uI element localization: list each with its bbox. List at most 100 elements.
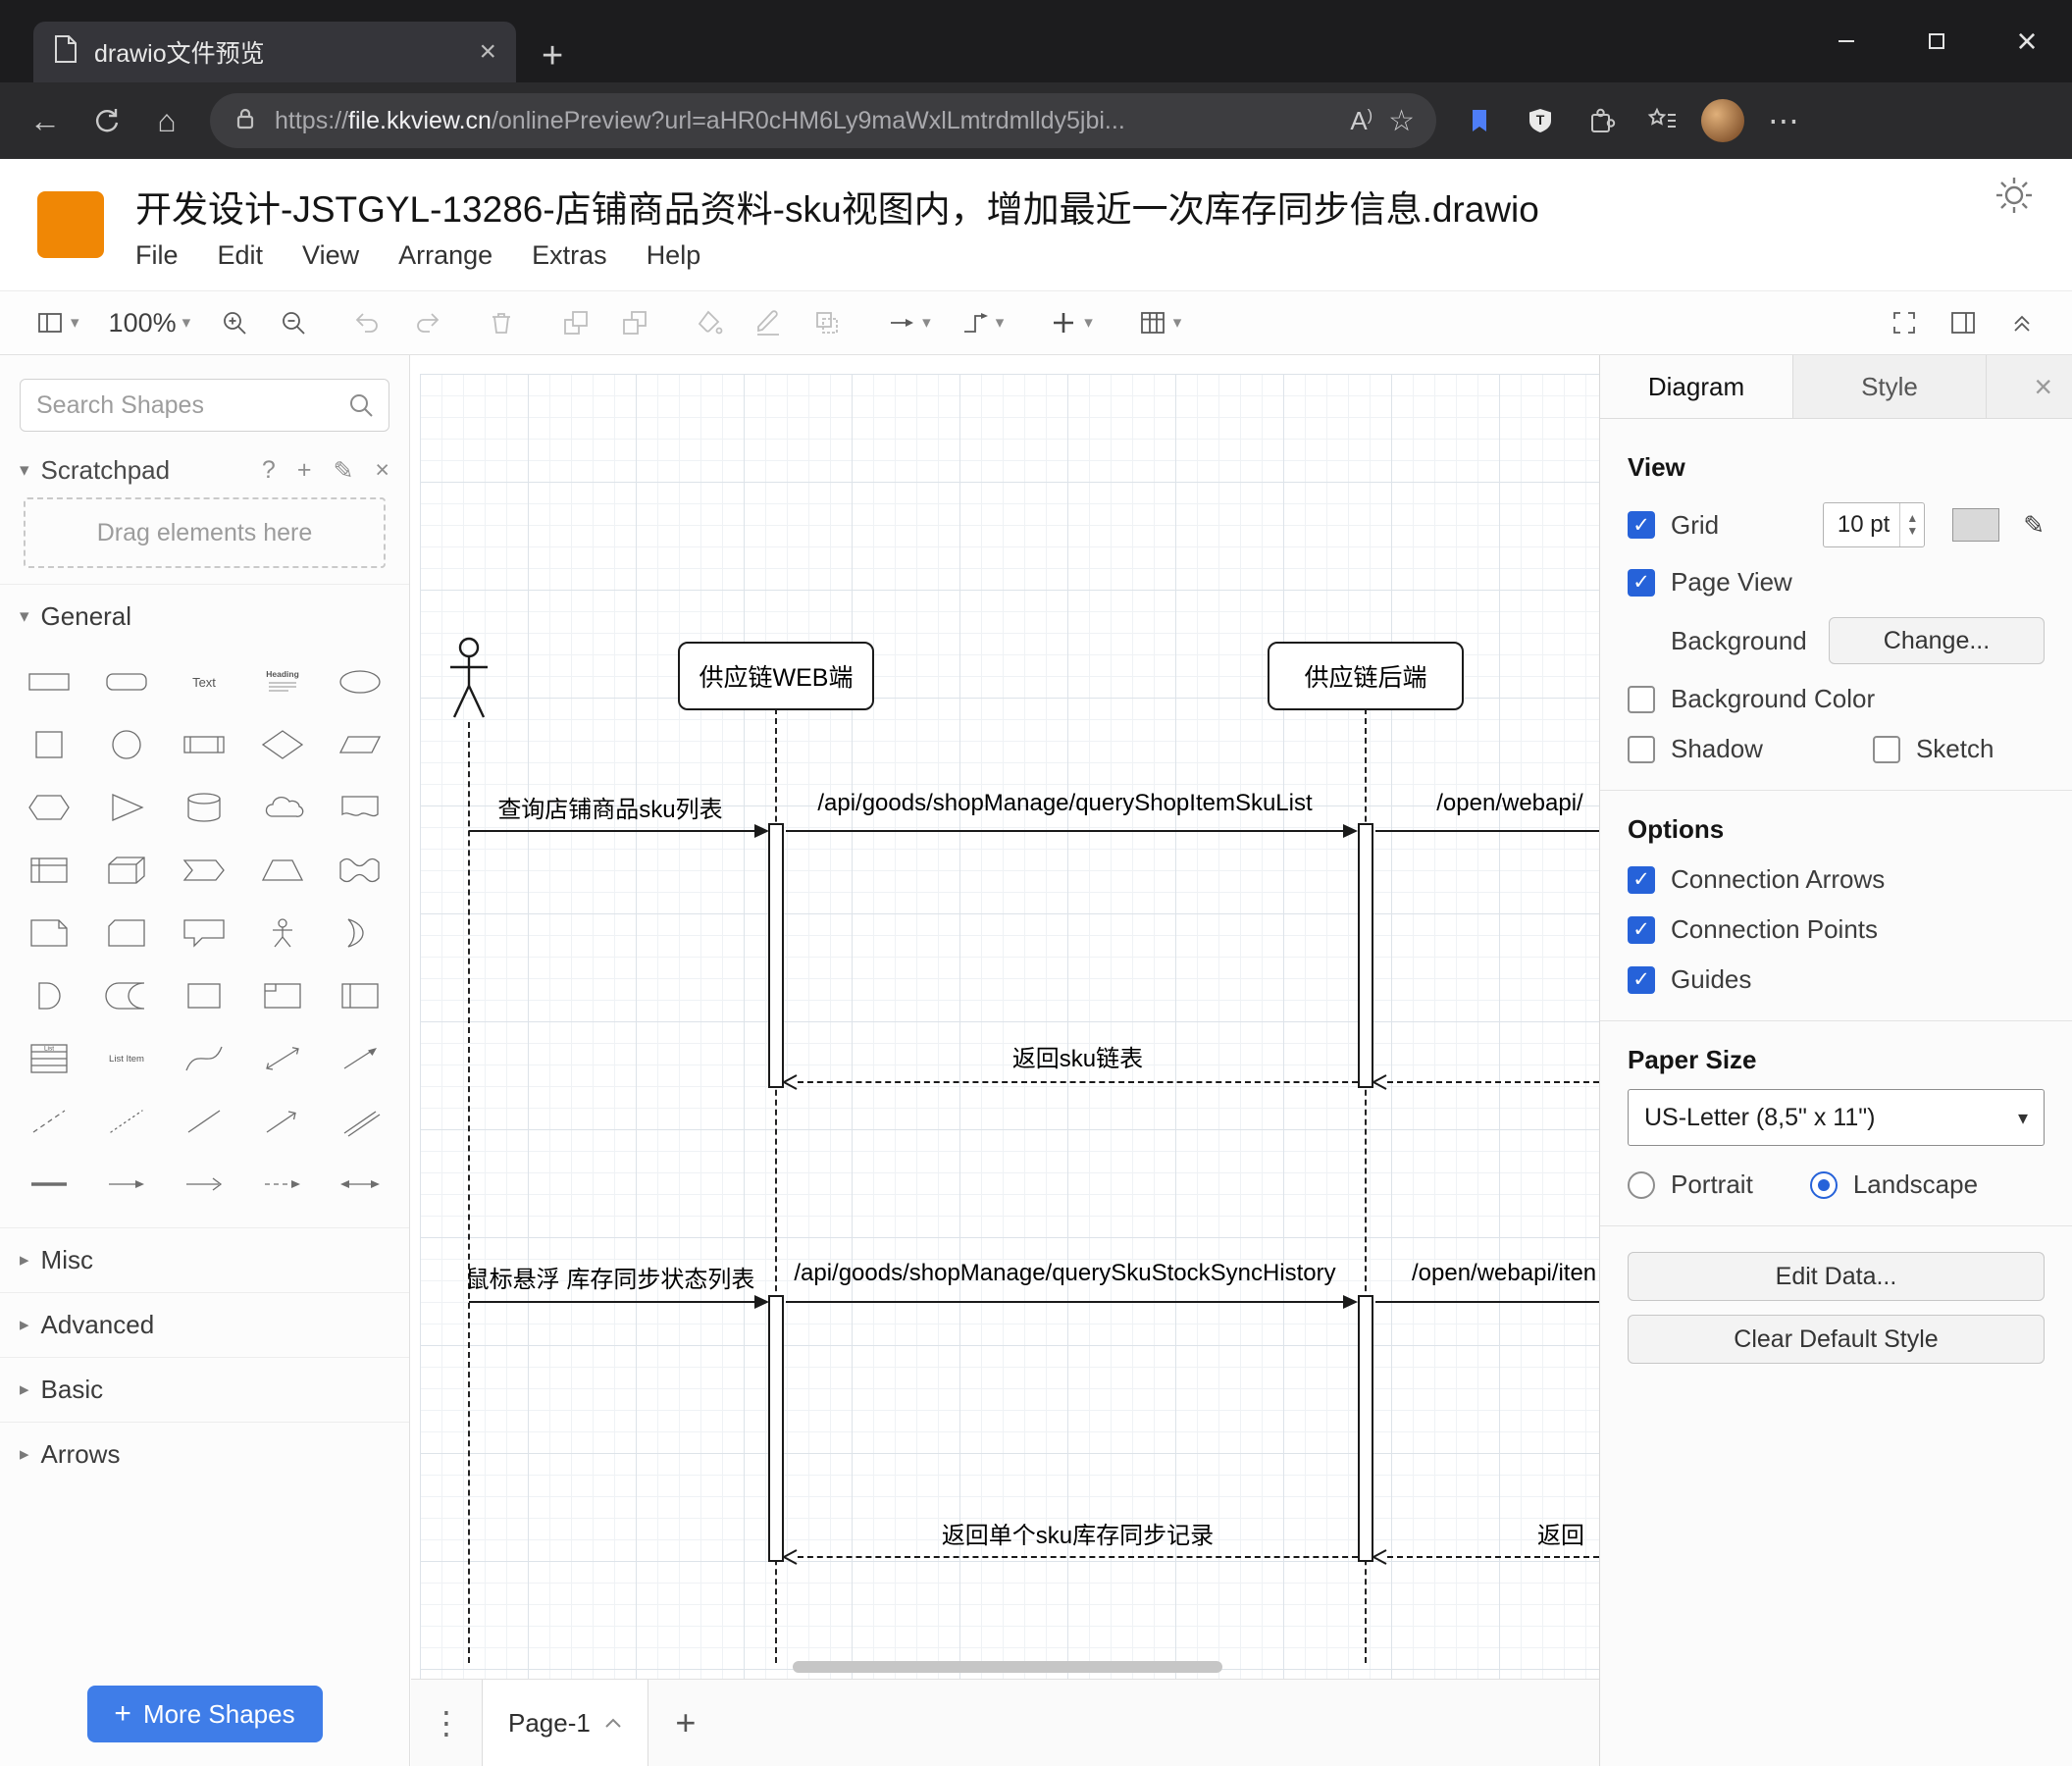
- shape-tape[interactable]: [322, 839, 399, 902]
- activation-bar[interactable]: [1358, 823, 1373, 1088]
- refresh-icon[interactable]: [80, 95, 131, 146]
- menu-arrange[interactable]: Arrange: [398, 240, 492, 271]
- shape-text[interactable]: Text: [166, 650, 243, 713]
- theme-toggle-icon[interactable]: [1994, 175, 2035, 221]
- page-view-button[interactable]: ▾: [26, 308, 89, 338]
- message-arrow[interactable]: [1375, 1301, 1599, 1303]
- shape-process[interactable]: [166, 713, 243, 776]
- paper-size-select[interactable]: US-Letter (8,5" x 11") ▾: [1628, 1089, 2045, 1146]
- minimize-button[interactable]: [1801, 0, 1891, 82]
- message-label[interactable]: /api/goods/shopManage/queryShopItemSkuLi…: [786, 790, 1344, 817]
- return-arrow[interactable]: [1387, 1081, 1599, 1083]
- activation-bar[interactable]: [1358, 1295, 1373, 1562]
- actor-figure[interactable]: [447, 637, 491, 721]
- section-misc[interactable]: ▸ Misc: [0, 1227, 409, 1292]
- browser-tab[interactable]: drawio文件预览 ×: [33, 22, 516, 82]
- stepper-arrows-icon[interactable]: ▲ ▼: [1899, 503, 1924, 546]
- favorites-bar-icon[interactable]: [1636, 95, 1687, 146]
- shadow-checkbox[interactable]: [1628, 735, 1655, 763]
- message-arrow[interactable]: [786, 830, 1343, 832]
- message-arrow[interactable]: [469, 830, 755, 832]
- clear-default-style-button[interactable]: Clear Default Style: [1628, 1315, 2045, 1364]
- redo-button[interactable]: [402, 308, 451, 338]
- insert-button[interactable]: ▾: [1039, 308, 1103, 338]
- connection-arrows-checkbox[interactable]: ✓: [1628, 865, 1655, 894]
- return-label[interactable]: 返回: [1537, 1516, 1599, 1550]
- url-bar[interactable]: https://file.kkview.cn/onlinePreview?url…: [210, 93, 1436, 148]
- shape-arrow[interactable]: [322, 1027, 399, 1090]
- home-icon[interactable]: ⌂: [141, 95, 192, 146]
- close-panel-icon[interactable]: ×: [2014, 355, 2072, 418]
- shape-rectangle[interactable]: [10, 650, 87, 713]
- shape-bidirectional-arrow[interactable]: [243, 1027, 321, 1090]
- shape-directional-arrow[interactable]: [243, 1090, 321, 1153]
- lifeline-box-web[interactable]: 供应链WEB端: [678, 642, 874, 710]
- more-menu-icon[interactable]: ⋯: [1758, 95, 1809, 146]
- collections-icon[interactable]: [1454, 95, 1505, 146]
- return-label[interactable]: 返回单个sku库存同步记录: [798, 1516, 1358, 1550]
- menu-extras[interactable]: Extras: [532, 240, 607, 271]
- grid-checkbox[interactable]: ✓: [1628, 511, 1655, 539]
- lifeline-actor[interactable]: [468, 722, 470, 1663]
- scratchpad-close-icon[interactable]: ×: [375, 456, 389, 486]
- page-view-checkbox[interactable]: ✓: [1628, 568, 1655, 597]
- shape-or[interactable]: [322, 902, 399, 964]
- scratchpad-add-icon[interactable]: +: [297, 456, 312, 486]
- extensions-puzzle-icon[interactable]: [1576, 95, 1627, 146]
- activation-bar[interactable]: [768, 1295, 784, 1562]
- shape-step[interactable]: [166, 839, 243, 902]
- section-general[interactable]: ▾ General: [0, 584, 409, 649]
- to-front-button[interactable]: [551, 308, 600, 338]
- shape-document[interactable]: [322, 776, 399, 839]
- shape-diamond[interactable]: [243, 713, 321, 776]
- shape-internal-storage[interactable]: [10, 839, 87, 902]
- favorite-star-icon[interactable]: ☆: [1388, 104, 1415, 138]
- shape-card[interactable]: [87, 902, 165, 964]
- shape-link[interactable]: [322, 1090, 399, 1153]
- shape-circle[interactable]: [87, 713, 165, 776]
- shape-vertical-container[interactable]: [322, 964, 399, 1027]
- return-label[interactable]: 返回sku链表: [798, 1039, 1358, 1073]
- search-shapes-input[interactable]: [20, 379, 389, 432]
- back-icon[interactable]: ←: [20, 95, 71, 146]
- zoom-out-button[interactable]: [269, 308, 318, 338]
- shape-list-item[interactable]: List Item: [87, 1027, 165, 1090]
- message-label[interactable]: 查询店铺商品sku列表: [460, 790, 760, 824]
- shield-extension-icon[interactable]: T: [1515, 95, 1566, 146]
- return-arrow[interactable]: [1387, 1556, 1599, 1558]
- shape-hexagon[interactable]: [10, 776, 87, 839]
- read-aloud-icon[interactable]: A): [1350, 106, 1373, 136]
- change-background-button[interactable]: Change...: [1829, 617, 2045, 664]
- shape-line[interactable]: [166, 1090, 243, 1153]
- format-panel-button[interactable]: [1939, 308, 1988, 338]
- add-page-button[interactable]: +: [648, 1680, 723, 1766]
- return-arrow[interactable]: [798, 1556, 1358, 1558]
- maximize-button[interactable]: [1891, 0, 1982, 82]
- grid-size-stepper[interactable]: 10 pt ▲ ▼: [1822, 502, 1926, 547]
- shape-cloud[interactable]: [243, 776, 321, 839]
- shape-open-arrow[interactable]: [166, 1153, 243, 1216]
- sketch-checkbox[interactable]: [1872, 735, 1900, 763]
- shape-trapezoid[interactable]: [243, 839, 321, 902]
- scratchpad-edit-icon[interactable]: ✎: [333, 456, 353, 486]
- message-arrow[interactable]: [469, 1301, 755, 1303]
- menu-file[interactable]: File: [135, 240, 179, 271]
- background-color-checkbox[interactable]: [1628, 685, 1655, 713]
- shape-list[interactable]: List: [10, 1027, 87, 1090]
- edit-color-icon[interactable]: ✎: [2023, 510, 2045, 541]
- shape-dashed-arrow[interactable]: [243, 1153, 321, 1216]
- section-basic[interactable]: ▸ Basic: [0, 1357, 409, 1422]
- to-back-button[interactable]: [610, 308, 659, 338]
- shape-horizontal-line[interactable]: [10, 1153, 87, 1216]
- landscape-radio[interactable]: [1809, 1170, 1838, 1199]
- shape-parallelogram[interactable]: [322, 713, 399, 776]
- message-label[interactable]: /open/webapi/: [1412, 790, 1599, 817]
- tab-diagram[interactable]: Diagram: [1600, 355, 1793, 418]
- shape-actor[interactable]: [243, 902, 321, 964]
- shape-square[interactable]: [10, 713, 87, 776]
- message-arrow[interactable]: [786, 1301, 1343, 1303]
- grid-color-swatch[interactable]: [1952, 508, 2000, 542]
- delete-button[interactable]: [477, 308, 526, 338]
- shape-horizontal-arrow[interactable]: [87, 1153, 165, 1216]
- horizontal-scrollbar[interactable]: [793, 1661, 1222, 1673]
